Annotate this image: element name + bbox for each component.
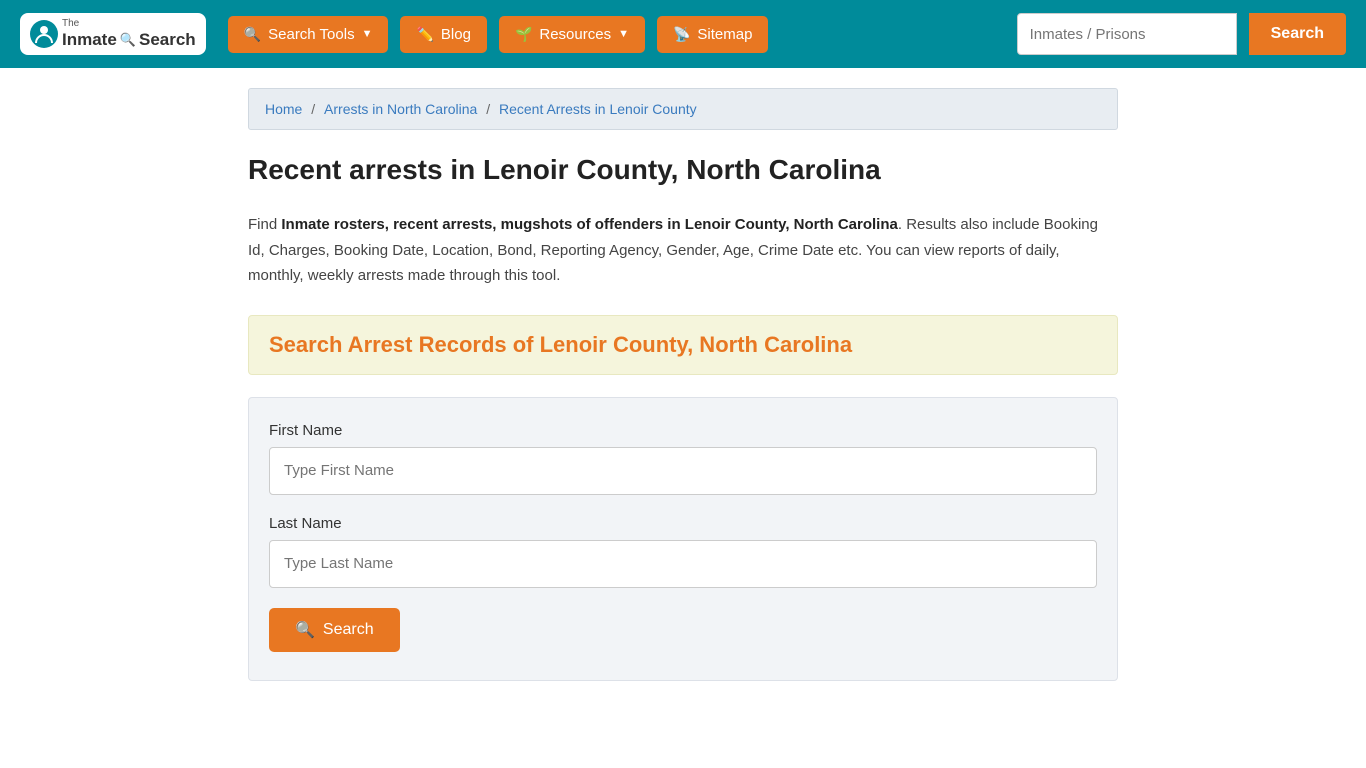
blog-icon xyxy=(416,26,433,43)
search-tools-button[interactable]: Search Tools ▼ xyxy=(228,16,389,53)
sitemap-icon xyxy=(673,26,690,43)
breadcrumb-arrests[interactable]: Arrests in North Carolina xyxy=(324,101,477,117)
breadcrumb-current[interactable]: Recent Arrests in Lenoir County xyxy=(499,101,697,117)
description-bold: Inmate rosters, recent arrests, mugshots… xyxy=(281,216,898,233)
first-name-label: First Name xyxy=(269,422,1097,439)
logo-magnifier: 🔍 xyxy=(120,32,136,48)
logo-inmate: Inmate xyxy=(62,30,117,50)
logo-the: The xyxy=(62,18,196,30)
form-search-label: Search xyxy=(323,621,374,639)
last-name-input[interactable] xyxy=(269,540,1097,588)
sitemap-button[interactable]: Sitemap xyxy=(657,16,768,53)
main-content: Home / Arrests in North Carolina / Recen… xyxy=(233,68,1133,721)
search-form: First Name Last Name 🔍 Search xyxy=(248,397,1118,681)
breadcrumb-sep2: / xyxy=(486,101,494,117)
resources-chevron-icon: ▼ xyxy=(618,28,629,40)
breadcrumb: Home / Arrests in North Carolina / Recen… xyxy=(248,88,1118,130)
header-search-button-label: Search xyxy=(1271,25,1324,42)
header-search-input[interactable] xyxy=(1017,13,1237,55)
blog-label: Blog xyxy=(441,26,471,43)
logo-icon xyxy=(30,20,58,48)
search-tools-chevron-icon: ▼ xyxy=(362,28,373,40)
sitemap-label: Sitemap xyxy=(697,26,752,43)
description-prefix: Find xyxy=(248,216,281,233)
first-name-group: First Name xyxy=(269,422,1097,495)
blog-button[interactable]: Blog xyxy=(400,16,486,53)
search-section-title: Search Arrest Records of Lenoir County, … xyxy=(269,332,1097,358)
header: The Inmate 🔍 Search Search Tools ▼ Blog … xyxy=(0,0,1366,68)
search-tools-label: Search Tools xyxy=(268,26,354,43)
logo-search-word: Search xyxy=(139,30,196,50)
description: Find Inmate rosters, recent arrests, mug… xyxy=(248,212,1118,289)
first-name-input[interactable] xyxy=(269,447,1097,495)
breadcrumb-home[interactable]: Home xyxy=(265,101,302,117)
logo[interactable]: The Inmate 🔍 Search xyxy=(20,13,206,55)
last-name-label: Last Name xyxy=(269,515,1097,532)
page-title: Recent arrests in Lenoir County, North C… xyxy=(248,152,1118,188)
header-search-button[interactable]: Search xyxy=(1249,13,1346,55)
last-name-group: Last Name xyxy=(269,515,1097,588)
resources-icon xyxy=(515,26,532,43)
resources-button[interactable]: Resources ▼ xyxy=(499,16,645,53)
search-section-title-box: Search Arrest Records of Lenoir County, … xyxy=(248,315,1118,375)
form-search-icon: 🔍 xyxy=(295,620,315,640)
breadcrumb-sep1: / xyxy=(311,101,319,117)
resources-label: Resources xyxy=(539,26,611,43)
form-search-button[interactable]: 🔍 Search xyxy=(269,608,400,652)
search-tools-icon xyxy=(244,26,261,43)
